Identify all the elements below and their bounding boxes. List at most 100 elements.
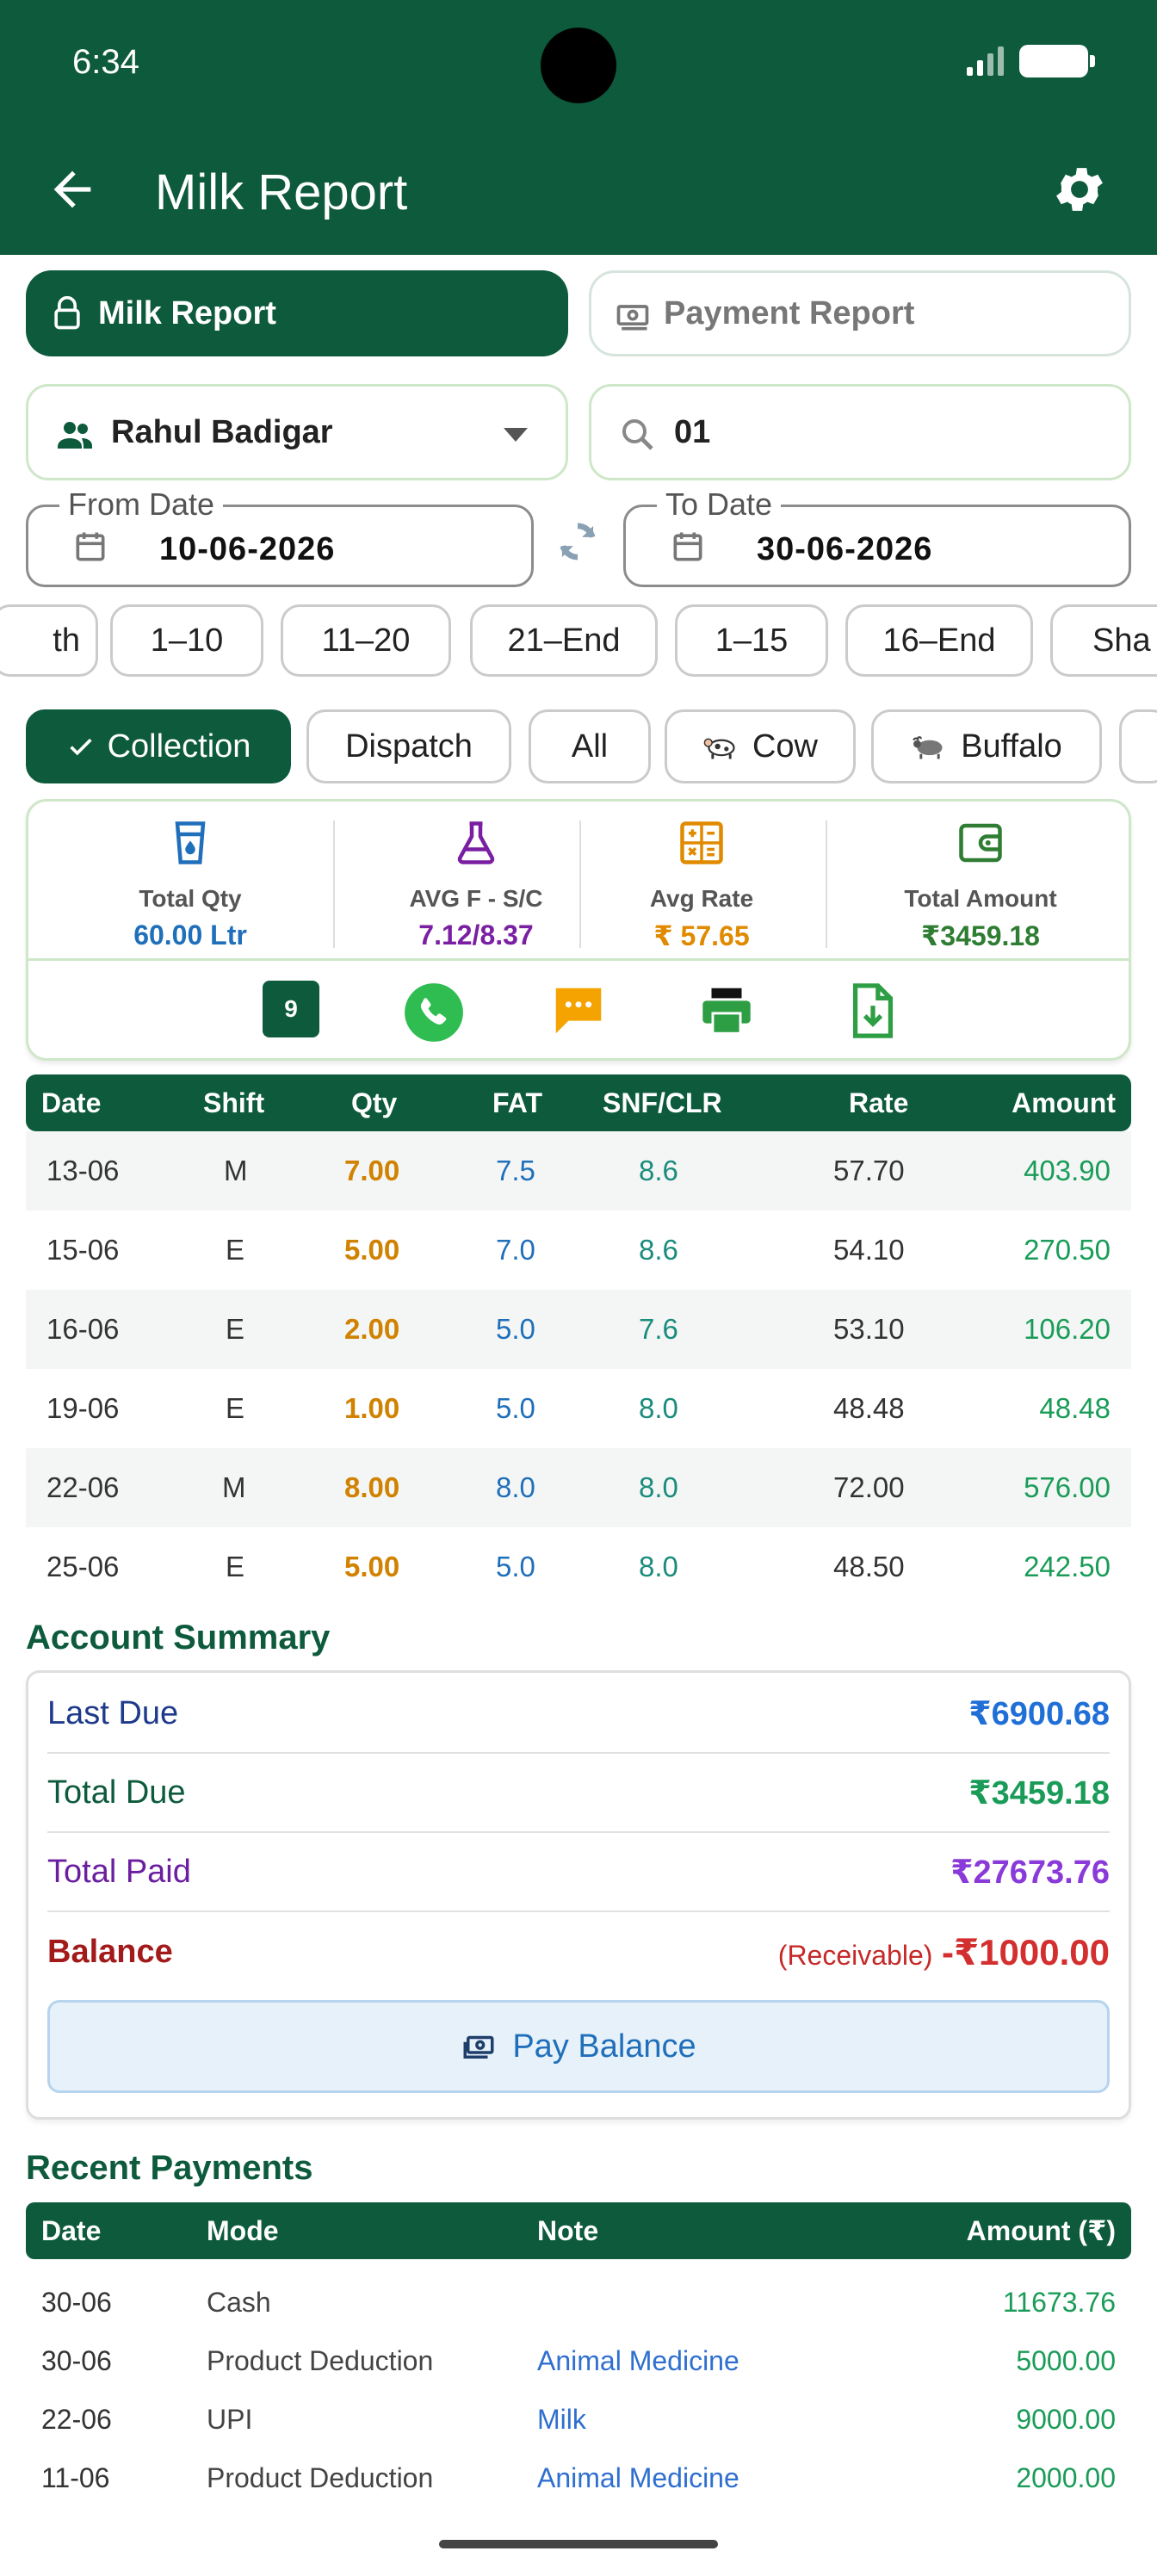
- print-icon[interactable]: [696, 981, 757, 1041]
- chip-more[interactable]: [1119, 709, 1157, 783]
- signal-icon: [967, 46, 1004, 76]
- chip-all[interactable]: All: [529, 709, 651, 783]
- col-fat: FAT: [492, 1087, 543, 1118]
- tab-payment-report-label: Payment Report: [664, 294, 915, 331]
- payment-date: 30-06: [41, 2286, 112, 2318]
- table-row[interactable]: 25-06 E 5.00 5.0 8.0 48.50 242.50: [26, 1527, 1131, 1607]
- col-amount: Amount: [1012, 1087, 1116, 1118]
- row-snf: 8.0: [639, 1471, 678, 1503]
- row-shift: E: [226, 1313, 245, 1345]
- row-shift: E: [226, 1551, 245, 1582]
- home-indicator[interactable]: [439, 2540, 718, 2548]
- download-file-icon[interactable]: [843, 981, 903, 1041]
- recent-payments-title: Recent Payments: [26, 2149, 313, 2187]
- col-date: Date: [41, 1087, 102, 1118]
- tab-milk-report[interactable]: Milk Report: [26, 270, 568, 356]
- gear-icon: [1056, 168, 1103, 211]
- search-input-value: 01: [674, 413, 711, 450]
- milk-glass-icon: [175, 821, 206, 864]
- row-snf: 7.6: [639, 1313, 678, 1345]
- flask-icon: [457, 821, 495, 864]
- payment-row[interactable]: 30-06 Cash 11673.76: [26, 2273, 1131, 2331]
- customer-select[interactable]: Rahul Badigar: [26, 384, 568, 480]
- payment-row[interactable]: 30-06 Product Deduction Animal Medicine …: [26, 2331, 1131, 2390]
- camera-cutout: [541, 28, 616, 103]
- sms-icon[interactable]: [548, 981, 609, 1041]
- row-date: 15-06: [46, 1234, 120, 1266]
- range-chip-1-15[interactable]: 1–15: [675, 604, 828, 677]
- stat-total-amount-label: Total Amount: [904, 885, 1057, 912]
- table-row[interactable]: 15-06 E 5.00 7.0 8.6 54.10 270.50: [26, 1211, 1131, 1290]
- row-date: 16-06: [46, 1313, 120, 1345]
- row-rate: 57.70: [833, 1155, 905, 1186]
- payment-note: Animal Medicine: [537, 2344, 739, 2376]
- payment-note: Animal Medicine: [537, 2461, 739, 2493]
- range-chip-month[interactable]: th: [0, 604, 98, 677]
- stat-total-amount: Total Amount ₹3459.18: [851, 817, 1110, 952]
- divider: [333, 820, 335, 948]
- range-chip-1-10[interactable]: 1–10: [110, 604, 263, 677]
- range-chip-share[interactable]: Sha: [1050, 604, 1157, 677]
- table-row[interactable]: 16-06 E 2.00 5.0 7.6 53.10 106.20: [26, 1290, 1131, 1369]
- from-date-field[interactable]: From Date 10-06-2026: [26, 486, 534, 587]
- status-time: 6:34: [72, 43, 139, 81]
- chip-cow[interactable]: Cow: [665, 709, 856, 783]
- stat-total-amount-value: ₹3459.18: [921, 920, 1040, 951]
- stat-total-qty-label: Total Qty: [139, 885, 242, 912]
- row-qty: 2.00: [344, 1313, 400, 1345]
- table-row[interactable]: 13-06 M 7.00 7.5 8.6 57.70 403.90: [26, 1131, 1131, 1211]
- payment-row[interactable]: 22-06 UPI Milk 9000.00: [26, 2390, 1131, 2449]
- chip-dispatch[interactable]: Dispatch: [306, 709, 511, 783]
- payment-date: 22-06: [41, 2403, 112, 2435]
- balance-row: Balance (Receivable) -₹1000.00: [47, 1912, 1110, 1991]
- row-qty: 5.00: [344, 1551, 400, 1582]
- payment-amount: 5000.00: [1016, 2344, 1116, 2376]
- arrow-left-icon: [53, 170, 91, 208]
- tab-milk-report-label: Milk Report: [98, 294, 276, 331]
- row-fat: 5.0: [496, 1313, 535, 1345]
- range-chip-11-20[interactable]: 11–20: [281, 604, 451, 677]
- back-button[interactable]: [45, 162, 100, 217]
- buffalo-icon: [913, 736, 943, 759]
- to-date-value: 30-06-2026: [757, 531, 933, 567]
- account-summary-title: Account Summary: [26, 1619, 331, 1656]
- search-input[interactable]: 01: [589, 384, 1131, 480]
- row-rate: 48.48: [833, 1392, 905, 1424]
- table-row[interactable]: 22-06 M 8.00 8.0 8.0 72.00 576.00: [26, 1448, 1131, 1527]
- pcol-amount: Amount (₹): [966, 2215, 1116, 2246]
- customer-select-value: Rahul Badigar: [111, 413, 333, 450]
- payment-amount: 2000.00: [1016, 2461, 1116, 2493]
- row-amount: 270.50: [1024, 1234, 1111, 1266]
- calendar-icon: [673, 532, 702, 561]
- stat-avg-rate-label: Avg Rate: [649, 885, 754, 912]
- to-date-field[interactable]: To Date 30-06-2026: [623, 486, 1131, 587]
- row-qty: 5.00: [344, 1234, 400, 1266]
- chip-buffalo-label: Buffalo: [961, 728, 1062, 765]
- tab-payment-report[interactable]: Payment Report: [589, 270, 1131, 356]
- stat-avg-fat-snf-value: 7.12/8.37: [418, 920, 534, 951]
- col-snf-clr: SNF/CLR: [603, 1087, 722, 1118]
- stat-total-qty: Total Qty 60.00 Ltr: [61, 817, 319, 951]
- swap-dates-icon[interactable]: [551, 515, 604, 568]
- range-chip-16-end[interactable]: 16–End: [845, 604, 1033, 677]
- stat-avg-rate-value: ₹ 57.65: [653, 920, 750, 951]
- payment-note: Milk: [537, 2403, 586, 2435]
- whatsapp-icon[interactable]: [402, 981, 466, 1044]
- pay-balance-button[interactable]: Pay Balance: [47, 2000, 1110, 2093]
- range-chip-21-end[interactable]: 21–End: [470, 604, 658, 677]
- row-snf: 8.6: [639, 1155, 678, 1186]
- chip-collection[interactable]: Collection: [26, 709, 291, 783]
- payment-row[interactable]: 11-06 Product Deduction Animal Medicine …: [26, 2449, 1131, 2507]
- row-date: 22-06: [46, 1471, 120, 1503]
- row-shift: M: [222, 1471, 246, 1503]
- row-rate: 72.00: [833, 1471, 905, 1503]
- chip-buffalo[interactable]: Buffalo: [871, 709, 1102, 783]
- settings-button[interactable]: [1050, 160, 1109, 219]
- col-qty: Qty: [351, 1087, 398, 1118]
- total-paid-value: ₹27673.76: [950, 1854, 1110, 1891]
- from-date-value: 10-06-2026: [159, 531, 336, 567]
- collection-table-header: Date Shift Qty FAT SNF/CLR Rate Amount: [26, 1074, 1131, 1131]
- stat-avg-fat-snf-label: AVG F - S/C: [409, 885, 543, 912]
- to-date-label: To Date: [657, 486, 782, 523]
- table-row[interactable]: 19-06 E 1.00 5.0 8.0 48.48 48.48: [26, 1369, 1131, 1448]
